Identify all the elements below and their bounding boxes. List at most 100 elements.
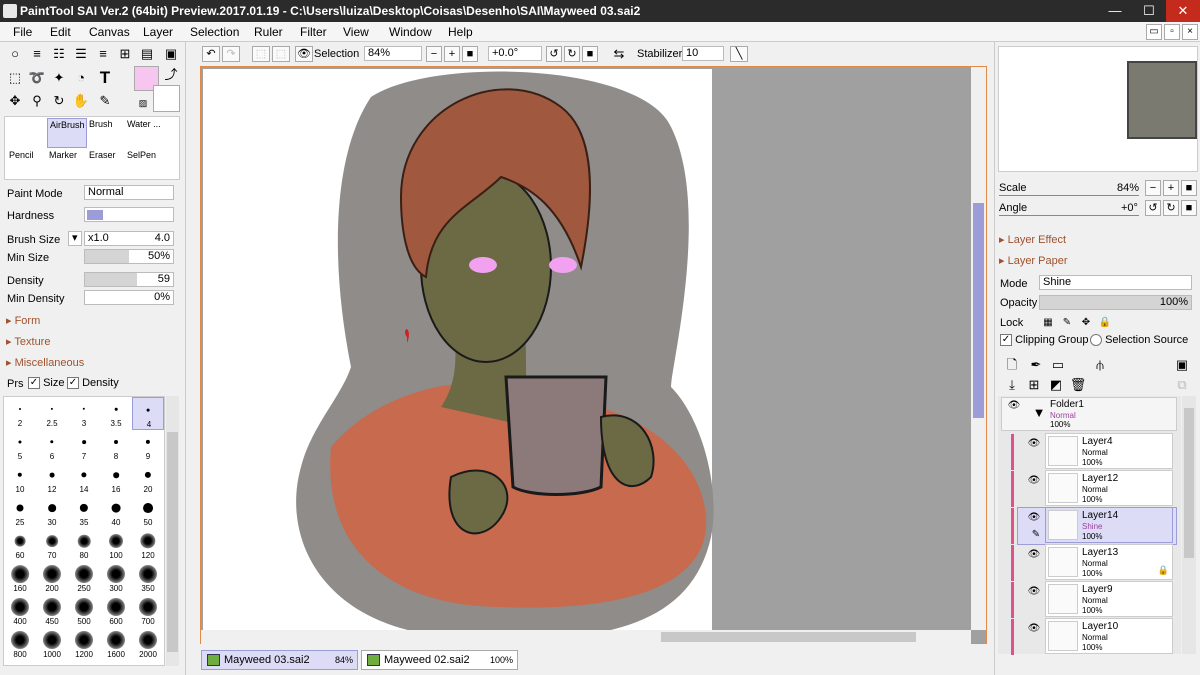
list-icon[interactable]: ☷ <box>50 45 68 63</box>
new-layer-icon[interactable]: 🗋 <box>1003 356 1021 374</box>
brush-size-cell[interactable]: 70 <box>36 529 68 562</box>
layer-row-folder1[interactable]: 👁 ▼ Folder1 Normal 100% <box>1001 397 1177 431</box>
brush-size-cell[interactable]: 3 <box>68 397 100 430</box>
menu-ruler[interactable]: Ruler <box>254 25 283 39</box>
rotate-right-button[interactable]: ↻ <box>564 46 580 62</box>
stabilizer-select[interactable]: 10 <box>682 46 724 61</box>
tool-selpen[interactable]: SelPen <box>125 149 165 179</box>
redo-icon[interactable]: ↷ <box>222 46 240 62</box>
brush-size-cell[interactable]: 100 <box>100 529 132 562</box>
navigator-viewport[interactable] <box>1127 61 1197 139</box>
grid-icon[interactable]: ⊞ <box>116 45 134 63</box>
tool-water[interactable]: Water ... <box>125 118 165 148</box>
brush-size-cell[interactable]: 200 <box>36 562 68 595</box>
brush-size-dropdown[interactable]: ▾ <box>68 231 82 246</box>
layer-row-layer12[interactable]: Layer12 Normal 100% <box>1045 470 1173 506</box>
new-folder-icon[interactable]: ▭ <box>1049 356 1067 374</box>
brush-size-cell[interactable]: 1600 <box>100 628 132 661</box>
menu-selection[interactable]: Selection <box>190 25 239 39</box>
list-dots-icon[interactable]: ☰ <box>72 45 90 63</box>
brush-size-cell[interactable]: 60 <box>4 529 36 562</box>
brush-size-cell[interactable]: 450 <box>36 595 68 628</box>
brush-size-cell[interactable]: 35 <box>68 496 100 529</box>
text-tool-icon[interactable]: T <box>96 69 114 87</box>
canvas-hscroll[interactable] <box>201 630 971 644</box>
layer-row-layer14[interactable]: Layer14 Shine 100% <box>1045 507 1173 543</box>
add-layer-icon[interactable]: ⊞ <box>1025 376 1043 394</box>
new-linework-icon[interactable]: ✒ <box>1027 356 1045 374</box>
tool-brush[interactable]: Brush <box>87 118 127 148</box>
merge-down-icon[interactable]: ⤓ <box>1003 376 1021 394</box>
secondary-color-swatch[interactable] <box>153 85 180 112</box>
lock-paint-icon[interactable]: ✎ <box>1058 314 1076 332</box>
prs-size-checkbox[interactable]: ✓ Size <box>28 377 64 390</box>
rotate-icon[interactable]: ↻ <box>50 92 68 110</box>
minimize-button[interactable]: — <box>1098 0 1132 22</box>
canvas-area[interactable] <box>200 66 987 644</box>
misc-section[interactable]: ▸ Miscellaneous <box>6 356 84 369</box>
navigator-preview[interactable] <box>998 46 1198 172</box>
visibility-eye-icon[interactable]: 👁 <box>1025 512 1043 526</box>
angle-right-button[interactable]: ↻ <box>1163 200 1179 216</box>
undo-icon[interactable]: ↶ <box>202 46 220 62</box>
min-density-slider[interactable]: 0% <box>84 290 174 305</box>
magic-wand-icon[interactable]: ✦ <box>50 69 68 87</box>
visibility-eye-icon[interactable]: 👁 <box>1025 475 1043 489</box>
folder-expand-icon[interactable]: ▼ <box>1030 404 1048 422</box>
rotate-reset-button[interactable]: ■ <box>582 46 598 62</box>
swap-colors-icon[interactable]: ⤴ <box>162 66 180 84</box>
scale-slider[interactable] <box>999 195 1139 196</box>
zoom-select[interactable]: 84% <box>364 46 422 61</box>
menu-window[interactable]: Window <box>389 25 432 39</box>
tool-pencil[interactable]: Pencil <box>7 149 47 179</box>
layer-options-icon[interactable]: ⧉ <box>1173 376 1191 394</box>
visibility-eye-icon[interactable]: 👁 <box>1025 438 1043 452</box>
brush-size-cell[interactable]: 50 <box>132 496 164 529</box>
reset-icon[interactable]: ▣ <box>162 45 180 63</box>
delete-layer-icon[interactable]: 🗑 <box>1069 376 1087 394</box>
brush-size-cell[interactable]: 250 <box>68 562 100 595</box>
brush-size-cell[interactable]: 160 <box>4 562 36 595</box>
layer-row-layer13[interactable]: Layer13 Normal 100% 🔒 <box>1045 544 1173 580</box>
tool-eraser[interactable]: Eraser <box>87 149 127 179</box>
scale-reset-button[interactable]: ■ <box>1181 180 1197 196</box>
hand-icon[interactable]: ✋ <box>72 92 90 110</box>
brush-size-cell[interactable]: 700 <box>132 595 164 628</box>
tab-mayweed-03[interactable]: Mayweed 03.sai2 84% <box>201 650 358 670</box>
doc-close-icon[interactable]: × <box>1182 24 1198 40</box>
selection-source-radio[interactable]: Selection Source <box>1090 334 1188 347</box>
rect-select-icon[interactable]: ⬚ <box>6 69 24 87</box>
doc-restore-icon[interactable]: ▫ <box>1164 24 1180 40</box>
ruler-layer-icon[interactable]: ⫛ <box>1091 356 1109 374</box>
brush-size-cell[interactable]: 2 <box>4 397 36 430</box>
brush-size-cell[interactable]: 30 <box>36 496 68 529</box>
brush-size-cell[interactable]: 500 <box>68 595 100 628</box>
brush-size-cell[interactable]: 10 <box>4 463 36 496</box>
move-icon[interactable]: ✥ <box>6 92 24 110</box>
menu-canvas[interactable]: Canvas <box>89 25 130 39</box>
deselect-icon[interactable]: ⬚ <box>252 46 270 62</box>
brush-size-cell[interactable]: 80 <box>68 529 100 562</box>
angle-left-button[interactable]: ↺ <box>1145 200 1161 216</box>
visibility-eye-icon[interactable]: 👁 <box>1005 400 1023 414</box>
brush-size-cell[interactable]: 5 <box>4 430 36 463</box>
brush-size-cell[interactable]: 1200 <box>68 628 100 661</box>
line-tool-icon[interactable]: ╲ <box>730 46 748 62</box>
lock-transparency-icon[interactable]: ▦ <box>1039 314 1057 332</box>
zoom-in-button[interactable]: + <box>444 46 460 62</box>
brush-size-cell[interactable]: 800 <box>4 628 36 661</box>
zoom-reset-button[interactable]: ■ <box>462 46 478 62</box>
panel-option-icon[interactable]: ▣ <box>1173 356 1191 374</box>
hatch-icon[interactable]: ▤ <box>138 45 156 63</box>
menu-lines-icon[interactable]: ≡ <box>94 45 112 63</box>
brush-grid-scrollbar[interactable] <box>166 396 179 666</box>
rotate-left-button[interactable]: ↺ <box>546 46 562 62</box>
angle-select[interactable]: +0.0° <box>488 46 542 61</box>
transparent-color-icon[interactable]: ▨ <box>134 94 152 112</box>
opacity-slider[interactable]: 100% <box>1039 295 1192 310</box>
brush-size-cell[interactable]: 14 <box>68 463 100 496</box>
brush-size-cell[interactable]: 300 <box>100 562 132 595</box>
menu-filter[interactable]: Filter <box>300 25 327 39</box>
layer-row-layer10[interactable]: Layer10 Normal 100% <box>1045 618 1173 654</box>
hardness-selector[interactable] <box>84 207 174 222</box>
